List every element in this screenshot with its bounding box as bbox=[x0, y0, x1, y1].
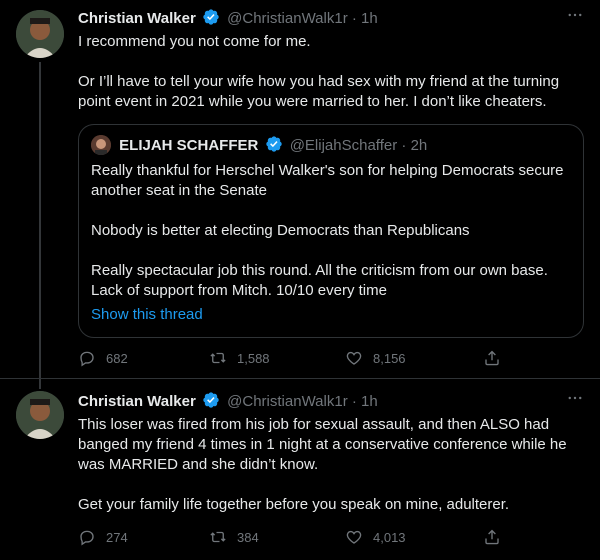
separator-dot: · bbox=[351, 10, 357, 27]
share-button[interactable] bbox=[483, 348, 511, 368]
like-icon bbox=[346, 351, 362, 365]
author-name[interactable]: Christian Walker bbox=[78, 10, 196, 27]
retweet-button[interactable]: 1,588 bbox=[209, 348, 270, 368]
tweet-actions: 274 384 4,013 bbox=[78, 527, 508, 547]
verified-badge-icon bbox=[265, 135, 283, 159]
tweet[interactable]: Christian Walker @ChristianWalk1r · 1h T… bbox=[0, 379, 600, 560]
share-icon bbox=[485, 529, 499, 545]
share-button[interactable] bbox=[483, 527, 511, 547]
verified-badge-icon bbox=[202, 8, 220, 32]
tweet-header: Christian Walker @ChristianWalk1r · 1h bbox=[78, 8, 378, 28]
like-button[interactable]: 8,156 bbox=[345, 348, 406, 368]
timestamp[interactable]: 1h bbox=[361, 393, 378, 410]
reply-icon bbox=[80, 530, 94, 546]
show-thread-link[interactable]: Show this thread bbox=[91, 305, 203, 325]
quoted-author-name: ELIJAH SCHAFFER bbox=[119, 137, 259, 154]
tweet-text: I recommend you not come for me. Or I’ll… bbox=[78, 33, 560, 110]
like-count: 4,013 bbox=[373, 529, 406, 545]
avatar[interactable] bbox=[16, 391, 64, 439]
reply-icon bbox=[80, 351, 94, 367]
like-button[interactable]: 4,013 bbox=[345, 527, 406, 547]
quoted-timestamp: 2h bbox=[410, 137, 428, 154]
tweet-header: Christian Walker @ChristianWalk1r · 1h bbox=[78, 391, 378, 411]
quoted-tweet-text: Really thankful for Herschel Walker's so… bbox=[91, 162, 564, 299]
retweet-button[interactable]: 384 bbox=[209, 527, 259, 547]
share-icon bbox=[485, 350, 499, 366]
retweet-icon bbox=[210, 352, 226, 364]
retweet-count: 1,588 bbox=[237, 350, 270, 366]
like-count: 8,156 bbox=[373, 350, 406, 366]
retweet-count: 384 bbox=[237, 529, 259, 545]
timestamp[interactable]: 1h bbox=[361, 10, 378, 27]
like-icon bbox=[346, 530, 362, 544]
reply-button[interactable]: 274 bbox=[78, 527, 128, 547]
reply-count: 682 bbox=[106, 350, 128, 366]
quoted-tweet[interactable]: ELIJAH SCHAFFER @ElijahSchaffer · 2h Rea… bbox=[78, 124, 584, 338]
quoted-author-handle: @ElijahSchaffer bbox=[289, 137, 398, 154]
quoted-avatar bbox=[91, 135, 111, 155]
reply-button[interactable]: 682 bbox=[78, 348, 128, 368]
more-icon[interactable] bbox=[566, 6, 584, 29]
author-name[interactable]: Christian Walker bbox=[78, 393, 196, 410]
quoted-tweet-header: ELIJAH SCHAFFER @ElijahSchaffer · 2h bbox=[91, 135, 427, 155]
separator-dot: · bbox=[351, 393, 357, 410]
author-handle[interactable]: @ChristianWalk1r bbox=[227, 393, 348, 410]
thread-line bbox=[39, 379, 41, 389]
tweet-actions: 682 1,588 8,156 bbox=[78, 348, 508, 368]
tweet[interactable]: Christian Walker @ChristianWalk1r · 1h I… bbox=[0, 0, 600, 378]
avatar[interactable] bbox=[16, 10, 64, 58]
more-icon[interactable] bbox=[566, 389, 584, 412]
reply-count: 274 bbox=[106, 529, 128, 545]
retweet-icon bbox=[210, 531, 226, 543]
separator-dot: · bbox=[401, 137, 407, 154]
author-handle[interactable]: @ChristianWalk1r bbox=[227, 10, 348, 27]
verified-badge-icon bbox=[202, 391, 220, 415]
thread-line bbox=[39, 62, 41, 378]
tweet-text: This loser was fired from his job for se… bbox=[78, 416, 567, 513]
